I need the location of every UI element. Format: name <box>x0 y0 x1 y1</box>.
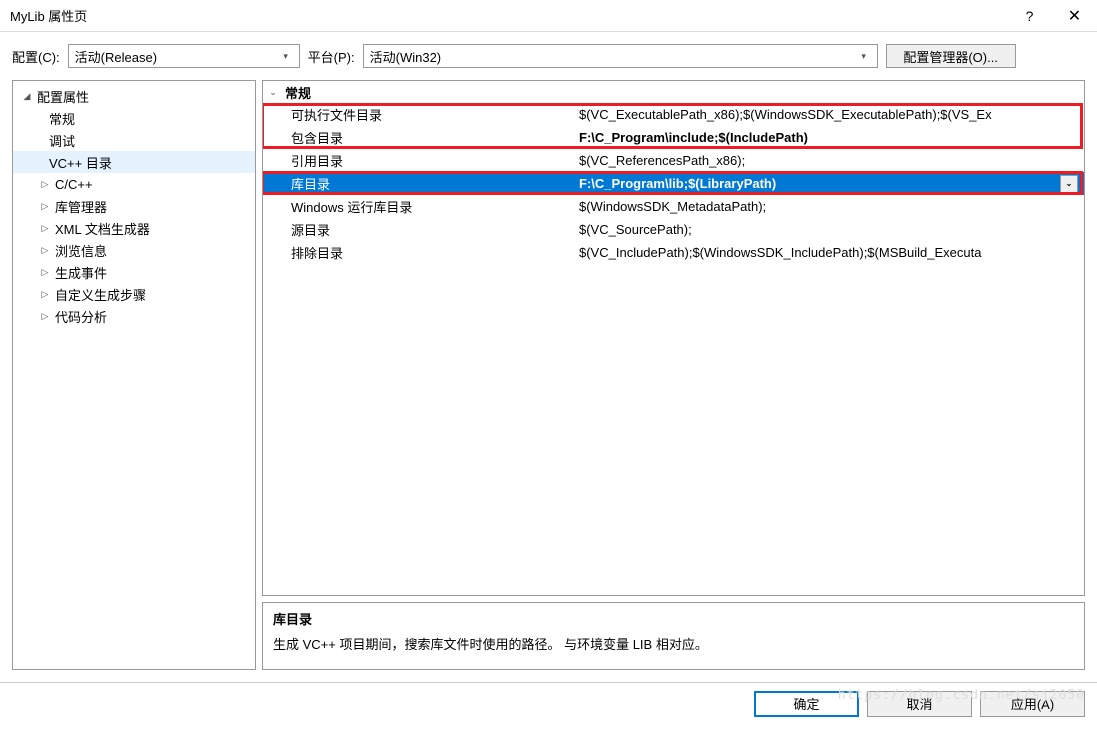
grid-row-include[interactable]: 包含目录 F:\C_Program\include;$(IncludePath) <box>263 126 1084 149</box>
grid-row-winrt[interactable]: Windows 运行库目录 $(WindowsSDK_MetadataPath)… <box>263 195 1084 218</box>
tree-item-xml[interactable]: ▷XML 文档生成器 <box>13 217 255 239</box>
grid-row-source[interactable]: 源目录 $(VC_SourcePath); <box>263 218 1084 241</box>
expander-closed-icon: ▷ <box>39 179 51 190</box>
chevron-down-icon: ▾ <box>857 51 871 62</box>
expander-closed-icon: ▷ <box>39 201 51 212</box>
description-title: 库目录 <box>273 609 1074 628</box>
main-content: ◢ 配置属性 常规 调试 VC++ 目录 ▷C/C++ ▷库管理器 ▷XML 文… <box>0 80 1097 682</box>
config-label: 配置(C): <box>12 47 60 66</box>
window-title: MyLib 属性页 <box>10 6 1007 25</box>
tree-item-vcdirs[interactable]: VC++ 目录 <box>13 151 255 173</box>
right-panel: ⌄ 常规 可执行文件目录 $(VC_ExecutablePath_x86);$(… <box>262 80 1085 670</box>
tree-item-browse[interactable]: ▷浏览信息 <box>13 239 255 261</box>
expander-closed-icon: ▷ <box>39 245 51 256</box>
chevron-down-icon: ▾ <box>279 51 293 62</box>
expander-open-icon: ⌄ <box>267 87 279 98</box>
tree-root[interactable]: ◢ 配置属性 <box>13 85 255 107</box>
expander-closed-icon: ▷ <box>39 289 51 300</box>
tree-item-librarian[interactable]: ▷库管理器 <box>13 195 255 217</box>
grid-row-executable[interactable]: 可执行文件目录 $(VC_ExecutablePath_x86);$(Windo… <box>263 103 1084 126</box>
platform-dropdown[interactable]: 活动(Win32) ▾ <box>363 44 878 68</box>
tree-item-cpp[interactable]: ▷C/C++ <box>13 173 255 195</box>
tree-item-buildevents[interactable]: ▷生成事件 <box>13 261 255 283</box>
grid-row-library[interactable]: 库目录 F:\C_Program\lib;$(LibraryPath) ⌄ <box>263 172 1084 195</box>
config-value: 活动(Release) <box>75 47 279 66</box>
tree-item-codeanalysis[interactable]: ▷代码分析 <box>13 305 255 327</box>
grid-row-exclude[interactable]: 排除目录 $(VC_IncludePath);$(WindowsSDK_Incl… <box>263 241 1084 264</box>
property-grid: ⌄ 常规 可执行文件目录 $(VC_ExecutablePath_x86);$(… <box>262 80 1085 596</box>
description-text: 生成 VC++ 项目期间，搜索库文件时使用的路径。 与环境变量 LIB 相对应。 <box>273 634 1074 653</box>
expander-closed-icon: ▷ <box>39 223 51 234</box>
config-dropdown[interactable]: 活动(Release) ▾ <box>68 44 300 68</box>
expander-open-icon: ◢ <box>21 91 33 102</box>
tree-panel: ◢ 配置属性 常规 调试 VC++ 目录 ▷C/C++ ▷库管理器 ▷XML 文… <box>12 80 256 670</box>
config-manager-button[interactable]: 配置管理器(O)... <box>886 44 1016 68</box>
tree-item-debug[interactable]: 调试 <box>13 129 255 151</box>
close-button[interactable]: ✕ <box>1052 0 1097 32</box>
expander-closed-icon: ▷ <box>39 267 51 278</box>
description-panel: 库目录 生成 VC++ 项目期间，搜索库文件时使用的路径。 与环境变量 LIB … <box>262 602 1085 670</box>
expander-closed-icon: ▷ <box>39 311 51 322</box>
help-button[interactable]: ? <box>1007 0 1052 32</box>
tree-item-custombuild[interactable]: ▷自定义生成步骤 <box>13 283 255 305</box>
watermark: https://blog.csdn.net/sj2050 <box>838 688 1085 703</box>
grid-row-reference[interactable]: 引用目录 $(VC_ReferencesPath_x86); <box>263 149 1084 172</box>
platform-value: 活动(Win32) <box>370 47 857 66</box>
toolbar: 配置(C): 活动(Release) ▾ 平台(P): 活动(Win32) ▾ … <box>0 32 1097 80</box>
platform-label: 平台(P): <box>308 47 355 66</box>
titlebar: MyLib 属性页 ? ✕ <box>0 0 1097 32</box>
tree-item-general[interactable]: 常规 <box>13 107 255 129</box>
dropdown-button[interactable]: ⌄ <box>1060 175 1078 193</box>
grid-header[interactable]: ⌄ 常规 <box>263 81 1084 103</box>
